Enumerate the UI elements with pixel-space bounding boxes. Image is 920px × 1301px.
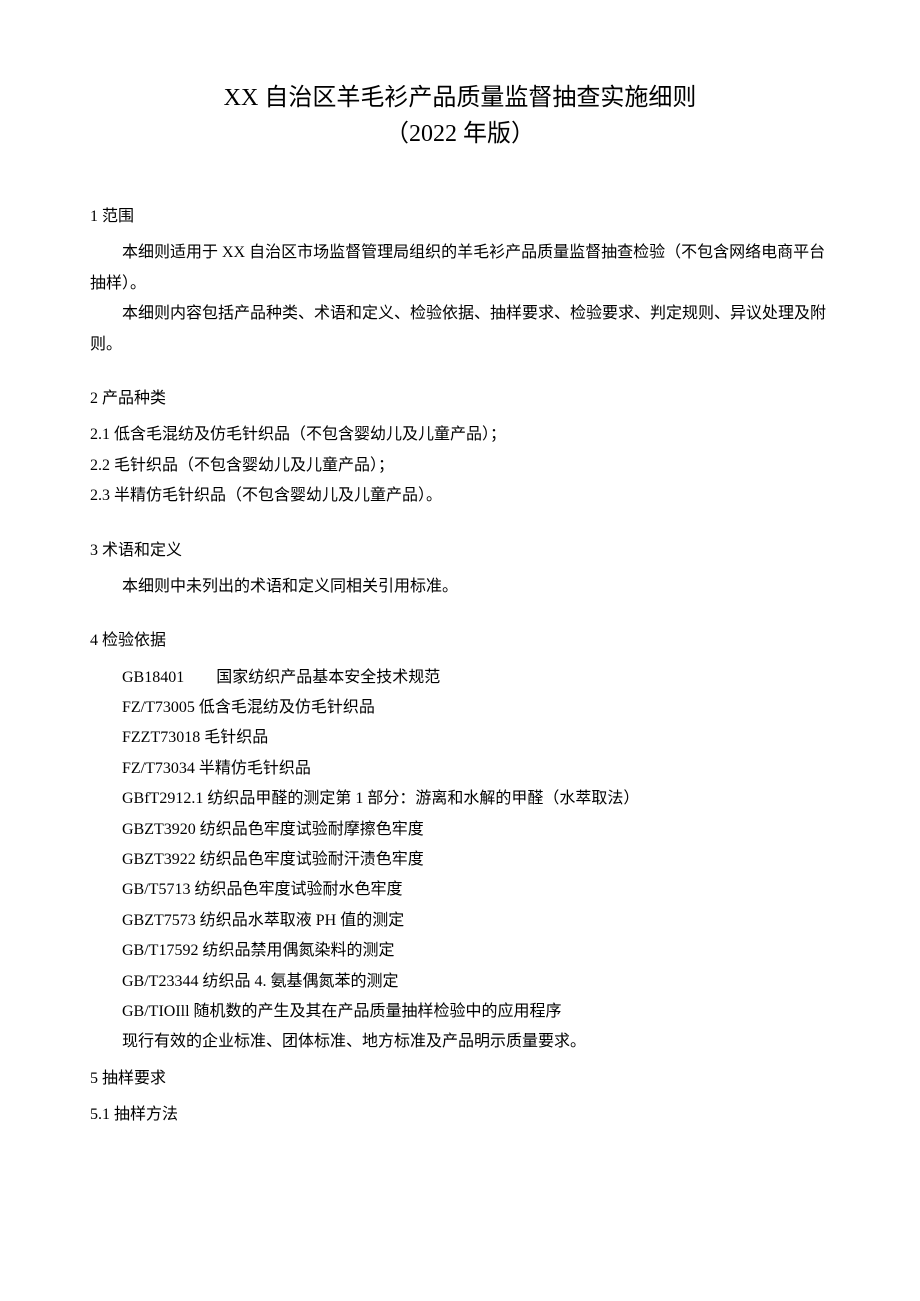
section-2-item: 2.1 低含毛混纺及仿毛针织品（不包含婴幼儿及儿童产品）； [90, 420, 830, 450]
section-4-item: GBfT2912.1 纺织品甲醛的测定第 1 部分：游离和水解的甲醛（水萃取法） [90, 784, 830, 814]
section-4-item: GBZT3920 纺织品色牢度试验耐摩擦色牢度 [90, 815, 830, 845]
section-3-heading: 3 术语和定义 [90, 536, 830, 566]
section-2-heading: 2 产品种类 [90, 384, 830, 414]
section-4-item: GB/T23344 纺织品 4. 氨基偶氮苯的测定 [90, 967, 830, 997]
section-4-item: FZ/T73034 半精仿毛针织品 [90, 754, 830, 784]
section-4-item: FZ/T73005 低含毛混纺及仿毛针织品 [90, 693, 830, 723]
section-4-item: GBZT3922 纺织品色牢度试验耐汗渍色牢度 [90, 845, 830, 875]
document-title-line2: （2022 年版） [90, 116, 830, 152]
section-1-para-2: 本细则内容包括产品种类、术语和定义、检验依据、抽样要求、检验要求、判定规则、异议… [90, 299, 830, 360]
section-5-sub: 5.1 抽样方法 [90, 1100, 830, 1130]
section-1-heading: 1 范围 [90, 202, 830, 232]
section-4-item: GB/T5713 纺织品色牢度试验耐水色牢度 [90, 875, 830, 905]
section-4-item: GB/T17592 纺织品禁用偶氮染料的测定 [90, 936, 830, 966]
section-4-item: GB18401 国家纺织产品基本安全技术规范 [90, 663, 830, 693]
document-title-line1: XX 自治区羊毛衫产品质量监督抽查实施细则 [90, 80, 830, 116]
section-3-para-1: 本细则中未列出的术语和定义同相关引用标准。 [90, 572, 830, 602]
section-4-heading: 4 检验依据 [90, 626, 830, 656]
section-2-item: 2.2 毛针织品（不包含婴幼儿及儿童产品）； [90, 451, 830, 481]
section-4-item: 现行有效的企业标准、团体标准、地方标准及产品明示质量要求。 [90, 1027, 830, 1057]
section-4-item: GB/TIOIll 随机数的产生及其在产品质量抽样检验中的应用程序 [90, 997, 830, 1027]
section-2-item: 2.3 半精仿毛针织品（不包含婴幼儿及儿童产品）。 [90, 481, 830, 511]
section-4-item: FZZT73018 毛针织品 [90, 723, 830, 753]
section-1-para-1: 本细则适用于 XX 自治区市场监督管理局组织的羊毛衫产品质量监督抽查检验（不包含… [90, 238, 830, 299]
section-4-item: GBZT7573 纺织品水萃取液 PH 值的测定 [90, 906, 830, 936]
section-5-heading: 5 抽样要求 [90, 1064, 830, 1094]
document-title-block: XX 自治区羊毛衫产品质量监督抽查实施细则 （2022 年版） [90, 80, 830, 152]
